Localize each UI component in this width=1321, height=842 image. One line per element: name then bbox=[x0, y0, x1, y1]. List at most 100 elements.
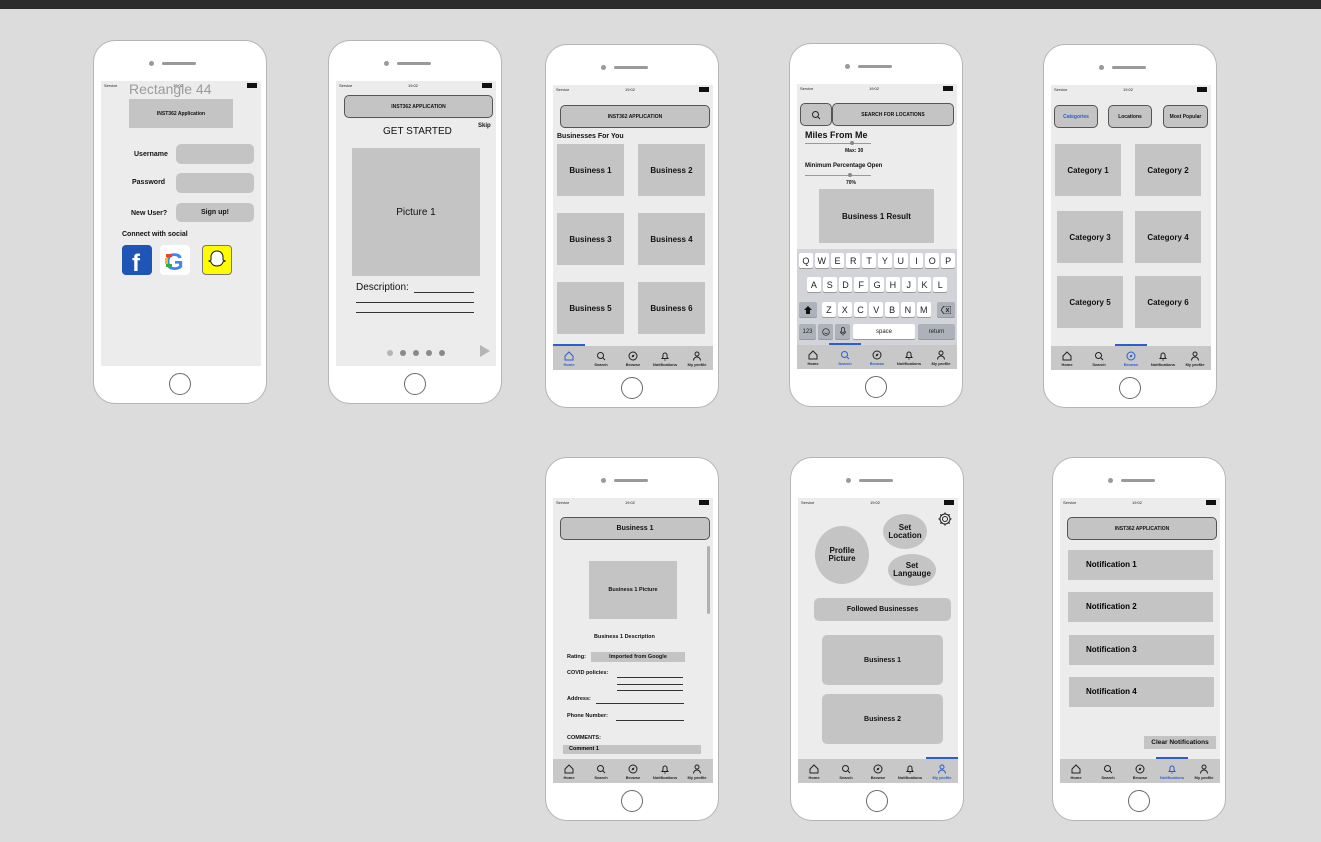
set-location-button[interactable]: Set Location bbox=[883, 514, 927, 549]
followed-business-2[interactable]: Business 2 bbox=[822, 694, 943, 744]
facebook-icon[interactable]: f bbox=[122, 245, 152, 277]
key-z[interactable]: Z bbox=[822, 302, 836, 317]
scrollbar[interactable] bbox=[707, 546, 710, 614]
page-dot[interactable] bbox=[439, 350, 445, 356]
tab-search[interactable]: Search bbox=[830, 759, 862, 783]
key-h[interactable]: H bbox=[886, 277, 900, 292]
tab-search[interactable]: Search bbox=[585, 346, 617, 370]
signup-button[interactable]: Sign up! bbox=[176, 203, 254, 222]
business-card-5[interactable]: Business 5 bbox=[557, 282, 624, 334]
clear-notifications-button[interactable]: Clear Notifications bbox=[1144, 736, 1216, 749]
tab-notifications[interactable]: Notifications bbox=[1147, 346, 1179, 370]
category-card-3[interactable]: Category 3 bbox=[1057, 211, 1123, 263]
home-hardware-button[interactable] bbox=[866, 790, 888, 812]
tab-search[interactable]: Search bbox=[1083, 346, 1115, 370]
return-key[interactable]: return bbox=[918, 324, 955, 339]
key-j[interactable]: J bbox=[901, 277, 916, 292]
backspace-key[interactable] bbox=[937, 302, 955, 317]
tab-notifications[interactable]: Notifications bbox=[1156, 757, 1188, 783]
tab-browse[interactable]: Browse bbox=[1115, 344, 1147, 370]
home-hardware-button[interactable] bbox=[1119, 377, 1141, 399]
key-b[interactable]: B bbox=[885, 302, 899, 317]
miles-slider-thumb[interactable] bbox=[850, 141, 854, 145]
key-v[interactable]: V bbox=[869, 302, 884, 317]
business-card-3[interactable]: Business 3 bbox=[557, 213, 624, 265]
tab-my-profile[interactable]: My profile bbox=[681, 346, 713, 370]
search-button[interactable] bbox=[800, 103, 832, 126]
home-hardware-button[interactable] bbox=[404, 373, 426, 395]
tab-browse[interactable]: Browse bbox=[861, 345, 893, 369]
tab-search[interactable]: Search bbox=[1092, 759, 1124, 783]
password-input[interactable] bbox=[176, 173, 254, 193]
filter-categories[interactable]: Categories bbox=[1054, 105, 1098, 128]
search-result-card[interactable]: Business 1 Result bbox=[819, 189, 934, 243]
microphone-key[interactable] bbox=[835, 324, 850, 339]
tab-notifications[interactable]: Notifications bbox=[649, 759, 681, 783]
home-hardware-button[interactable] bbox=[865, 376, 887, 398]
followed-business-1[interactable]: Business 1 bbox=[822, 635, 943, 685]
tab-search[interactable]: Search bbox=[585, 759, 617, 783]
search-input[interactable]: SEARCH FOR LOCATIONS bbox=[832, 103, 954, 126]
key-p[interactable]: P bbox=[941, 253, 955, 268]
notification-item-4[interactable]: Notification 4 bbox=[1069, 677, 1214, 707]
key-k[interactable]: K bbox=[917, 277, 932, 292]
home-hardware-button[interactable] bbox=[621, 377, 643, 399]
emoji-key[interactable] bbox=[818, 324, 833, 339]
business-card-6[interactable]: Business 6 bbox=[638, 282, 705, 334]
tab-home[interactable]: Home bbox=[1051, 346, 1083, 370]
key-y[interactable]: Y bbox=[878, 253, 892, 268]
key-r[interactable]: R bbox=[846, 253, 861, 268]
snapchat-icon[interactable] bbox=[202, 245, 232, 275]
home-hardware-button[interactable] bbox=[169, 373, 191, 395]
followed-businesses-header[interactable]: Followed Businesses bbox=[814, 598, 951, 621]
tab-search[interactable]: Search bbox=[829, 343, 861, 369]
filter-most-popular[interactable]: Most Popular bbox=[1163, 105, 1208, 128]
tab-my-profile[interactable]: My profile bbox=[1179, 346, 1211, 370]
tab-notifications[interactable]: Notifications bbox=[894, 759, 926, 783]
tab-notifications[interactable]: Notifications bbox=[649, 346, 681, 370]
category-card-6[interactable]: Category 6 bbox=[1135, 276, 1201, 328]
miles-slider[interactable] bbox=[805, 143, 871, 144]
set-language-button[interactable]: Set Langauge bbox=[888, 554, 936, 586]
key-l[interactable]: L bbox=[933, 277, 948, 292]
category-card-4[interactable]: Category 4 bbox=[1135, 211, 1201, 263]
tab-notifications[interactable]: Notifications bbox=[893, 345, 925, 369]
key-o[interactable]: O bbox=[925, 253, 940, 268]
gear-icon[interactable] bbox=[937, 511, 953, 527]
notification-item-2[interactable]: Notification 2 bbox=[1068, 592, 1213, 622]
numbers-key[interactable]: 123 bbox=[799, 324, 816, 339]
username-input[interactable] bbox=[176, 144, 254, 164]
category-card-2[interactable]: Category 2 bbox=[1135, 144, 1201, 196]
percentage-slider[interactable] bbox=[805, 175, 871, 176]
tab-home[interactable]: Home bbox=[798, 759, 830, 783]
page-dot[interactable] bbox=[413, 350, 419, 356]
key-q[interactable]: Q bbox=[799, 253, 813, 268]
tab-browse[interactable]: Browse bbox=[617, 346, 649, 370]
tab-home[interactable]: Home bbox=[553, 759, 585, 783]
key-i[interactable]: I bbox=[909, 253, 924, 268]
page-dot[interactable] bbox=[400, 350, 406, 356]
key-a[interactable]: A bbox=[807, 277, 821, 292]
tab-my-profile[interactable]: My profile bbox=[925, 345, 957, 369]
percentage-slider-thumb[interactable] bbox=[848, 173, 852, 177]
profile-picture[interactable]: Profile Picture bbox=[815, 526, 869, 584]
filter-locations[interactable]: Locations bbox=[1108, 105, 1152, 128]
space-key[interactable]: space bbox=[853, 324, 915, 339]
key-d[interactable]: D bbox=[838, 277, 853, 292]
shift-key[interactable] bbox=[799, 302, 817, 317]
tab-browse[interactable]: Browse bbox=[617, 759, 649, 783]
home-hardware-button[interactable] bbox=[1128, 790, 1150, 812]
page-dot[interactable] bbox=[387, 350, 393, 356]
home-hardware-button[interactable] bbox=[621, 790, 643, 812]
notification-item-1[interactable]: Notification 1 bbox=[1068, 550, 1213, 580]
key-m[interactable]: M bbox=[916, 302, 931, 317]
key-w[interactable]: W bbox=[814, 253, 829, 268]
key-t[interactable]: T bbox=[862, 253, 876, 268]
tab-home[interactable]: Home bbox=[553, 344, 585, 370]
notification-item-3[interactable]: Notification 3 bbox=[1069, 635, 1214, 665]
tab-home[interactable]: Home bbox=[1060, 759, 1092, 783]
tab-browse[interactable]: Browse bbox=[1124, 759, 1156, 783]
google-icon[interactable]: G bbox=[160, 245, 190, 276]
category-card-1[interactable]: Category 1 bbox=[1055, 144, 1121, 196]
key-c[interactable]: C bbox=[853, 302, 868, 317]
